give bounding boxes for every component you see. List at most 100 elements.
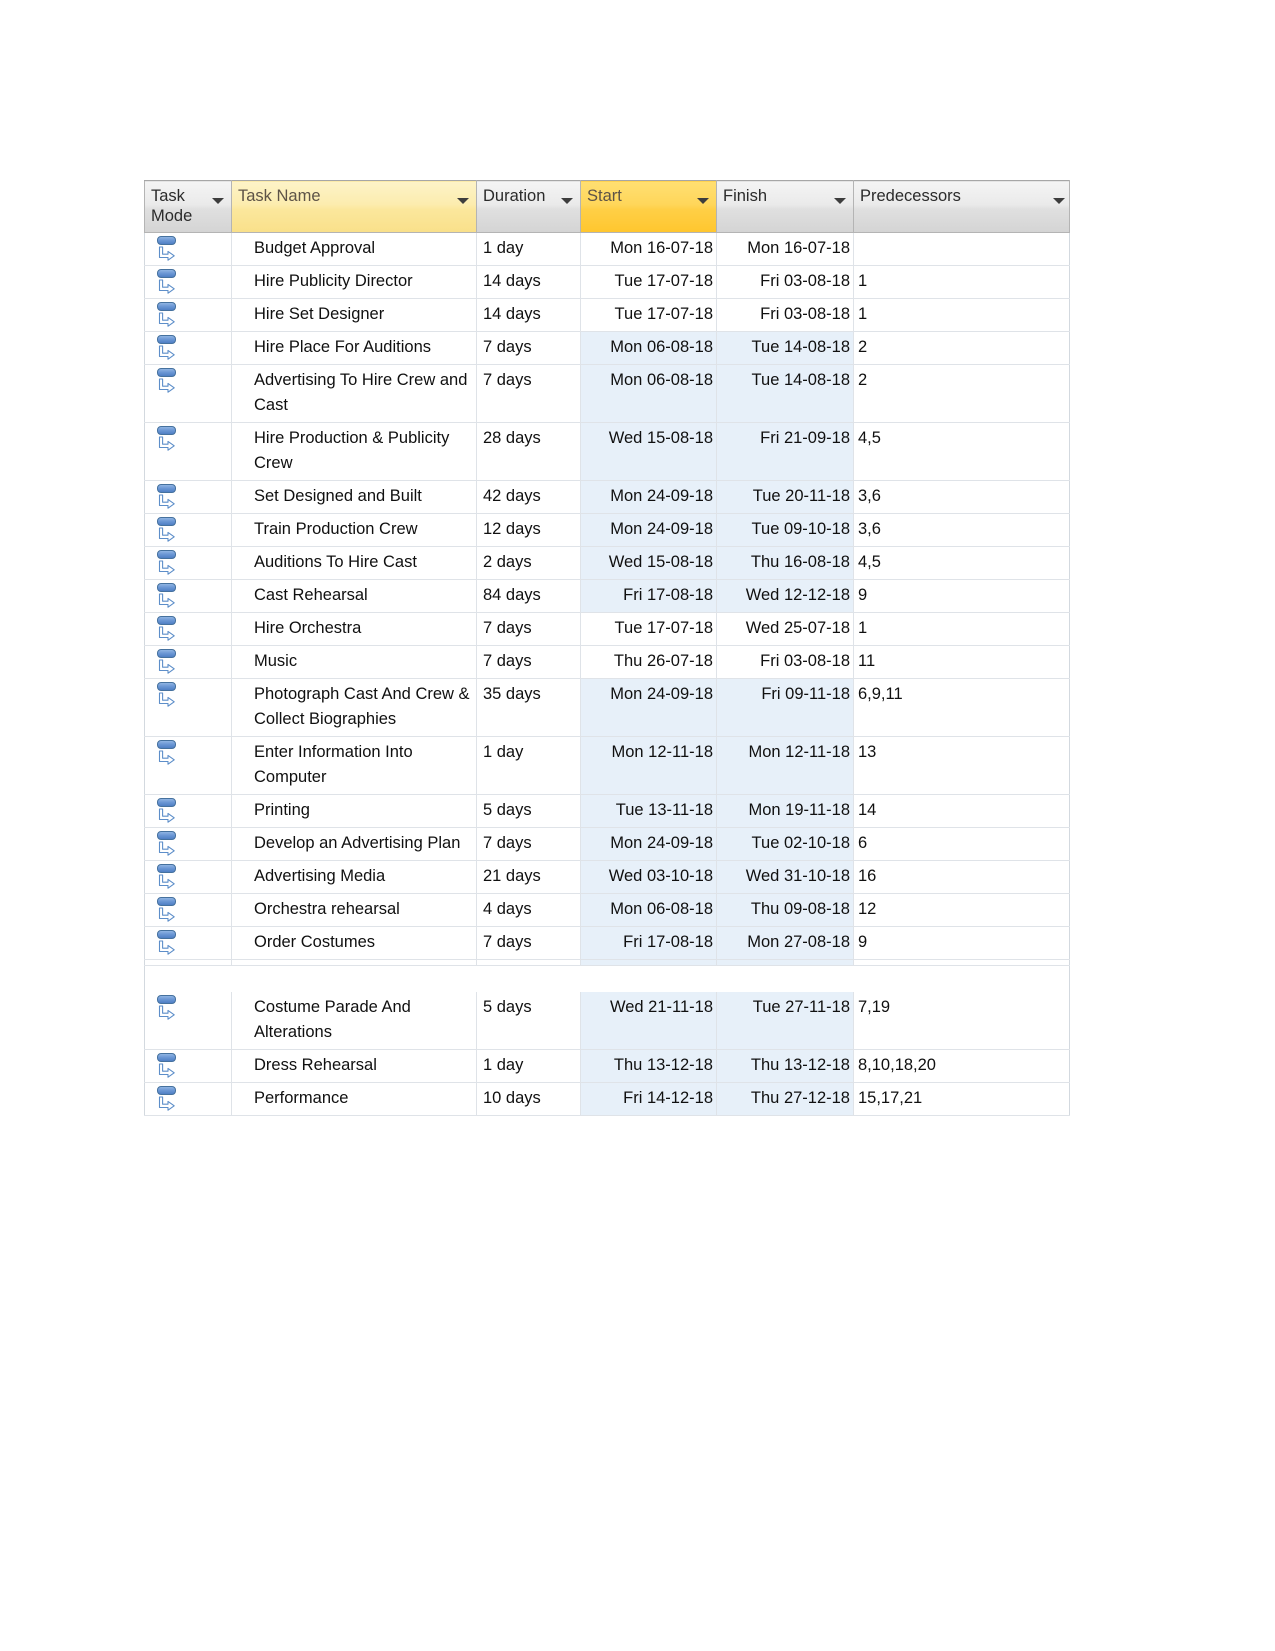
cell-start[interactable]: Mon 24-09-18: [580, 480, 717, 514]
cell-finish[interactable]: Fri 03-08-18: [716, 265, 854, 299]
cell-predecessors[interactable]: 2: [853, 331, 1070, 365]
cell-finish[interactable]: Fri 03-08-18: [716, 645, 854, 679]
cell-task-name[interactable]: Advertising To Hire Crew and Cast: [231, 364, 477, 423]
cell-duration[interactable]: 1 day: [476, 1049, 581, 1083]
cell-finish[interactable]: Fri 09-11-18: [716, 678, 854, 737]
cell-predecessors[interactable]: 3,6: [853, 513, 1070, 547]
table-row[interactable]: Hire Place For Auditions 7 days Mon 06-08-…: [144, 331, 1070, 365]
table-row[interactable]: Hire Orchestra 7 days Tue 17-07-18 Wed 25-0…: [144, 612, 1070, 646]
cell-task-mode[interactable]: [144, 480, 232, 514]
chevron-down-icon[interactable]: [834, 198, 846, 204]
cell-predecessors[interactable]: [853, 232, 1070, 266]
cell-finish[interactable]: Mon 19-11-18: [716, 794, 854, 828]
chevron-down-icon[interactable]: [697, 198, 709, 204]
cell-task-name[interactable]: Cast Rehearsal: [231, 579, 477, 613]
cell-predecessors[interactable]: 4,5: [853, 546, 1070, 580]
table-row[interactable]: Hire Set Designer 14 days Tue 17-07-18 Fri …: [144, 298, 1070, 332]
cell-task-name[interactable]: Hire Place For Auditions: [231, 331, 477, 365]
cell-predecessors[interactable]: 1: [853, 265, 1070, 299]
cell-duration[interactable]: 1 day: [476, 232, 581, 266]
cell-finish[interactable]: Tue 14-08-18: [716, 364, 854, 423]
cell-task-mode[interactable]: [144, 265, 232, 299]
cell-task-name[interactable]: Hire Publicity Director: [231, 265, 477, 299]
cell-finish[interactable]: Thu 16-08-18: [716, 546, 854, 580]
cell-finish[interactable]: Wed 25-07-18: [716, 612, 854, 646]
table-row[interactable]: Advertising Media 21 days Wed 03-10-18 Wed …: [144, 860, 1070, 894]
table-row[interactable]: Printing 5 days Tue 13-11-18 Mon 19-11-18 14: [144, 794, 1070, 828]
cell-task-mode[interactable]: [144, 736, 232, 795]
cell-duration[interactable]: 14 days: [476, 298, 581, 332]
cell-predecessors[interactable]: 16: [853, 860, 1070, 894]
cell-predecessors[interactable]: 4,5: [853, 422, 1070, 481]
cell-duration[interactable]: 21 days: [476, 860, 581, 894]
cell-start[interactable]: Wed 15-08-18: [580, 422, 717, 481]
cell-task-mode[interactable]: [144, 579, 232, 613]
cell-start[interactable]: Mon 06-08-18: [580, 893, 717, 927]
cell-duration[interactable]: 7 days: [476, 926, 581, 960]
cell-task-name[interactable]: Develop an Advertising Plan: [231, 827, 477, 861]
cell-duration[interactable]: 35 days: [476, 678, 581, 737]
cell-predecessors[interactable]: 9: [853, 926, 1070, 960]
table-row[interactable]: Order Costumes 7 days Fri 17-08-18 Mon 27-0…: [144, 926, 1070, 960]
table-row[interactable]: Orchestra rehearsal 4 days Mon 06-08-18 Thu…: [144, 893, 1070, 927]
table-row[interactable]: Advertising To Hire Crew and Cast 7 days M…: [144, 364, 1070, 423]
chevron-down-icon[interactable]: [561, 198, 573, 204]
cell-finish[interactable]: Mon 12-11-18: [716, 736, 854, 795]
cell-predecessors[interactable]: 3,6: [853, 480, 1070, 514]
cell-start[interactable]: Mon 24-09-18: [580, 513, 717, 547]
table-row[interactable]: Costume Parade And Alterations 5 days Wed …: [144, 991, 1070, 1050]
cell-duration[interactable]: 14 days: [476, 265, 581, 299]
cell-start[interactable]: Fri 14-12-18: [580, 1082, 717, 1116]
cell-task-mode[interactable]: [144, 331, 232, 365]
cell-task-mode[interactable]: [144, 513, 232, 547]
cell-duration[interactable]: 84 days: [476, 579, 581, 613]
cell-task-mode[interactable]: [144, 678, 232, 737]
cell-predecessors[interactable]: 7,19: [853, 991, 1070, 1050]
cell-task-name[interactable]: Order Costumes: [231, 926, 477, 960]
cell-start[interactable]: Mon 06-08-18: [580, 331, 717, 365]
cell-start[interactable]: Fri 17-08-18: [580, 926, 717, 960]
table-row[interactable]: Set Designed and Built 42 days Mon 24-09-1…: [144, 480, 1070, 514]
chevron-down-icon[interactable]: [457, 198, 469, 204]
cell-finish[interactable]: Tue 14-08-18: [716, 331, 854, 365]
cell-predecessors[interactable]: 11: [853, 645, 1070, 679]
cell-task-name[interactable]: Auditions To Hire Cast: [231, 546, 477, 580]
cell-start[interactable]: Tue 13-11-18: [580, 794, 717, 828]
cell-start[interactable]: Tue 17-07-18: [580, 298, 717, 332]
cell-finish[interactable]: Mon 16-07-18: [716, 232, 854, 266]
cell-task-name[interactable]: Photograph Cast And Crew & Collect Biogr…: [231, 678, 477, 737]
cell-finish[interactable]: Mon 27-08-18: [716, 926, 854, 960]
cell-task-mode[interactable]: [144, 860, 232, 894]
cell-task-name[interactable]: Hire Orchestra: [231, 612, 477, 646]
cell-task-mode[interactable]: [144, 926, 232, 960]
cell-start[interactable]: Mon 24-09-18: [580, 678, 717, 737]
cell-task-mode[interactable]: [144, 298, 232, 332]
cell-task-name[interactable]: Enter Information Into Computer: [231, 736, 477, 795]
cell-predecessors[interactable]: 12: [853, 893, 1070, 927]
cell-duration[interactable]: 7 days: [476, 645, 581, 679]
cell-start[interactable]: Fri 17-08-18: [580, 579, 717, 613]
cell-task-name[interactable]: Music: [231, 645, 477, 679]
cell-task-mode[interactable]: [144, 612, 232, 646]
cell-task-name[interactable]: Budget Approval: [231, 232, 477, 266]
cell-task-name[interactable]: Performance: [231, 1082, 477, 1116]
cell-finish[interactable]: Wed 31-10-18: [716, 860, 854, 894]
cell-task-name[interactable]: Costume Parade And Alterations: [231, 991, 477, 1050]
cell-finish[interactable]: Wed 12-12-18: [716, 579, 854, 613]
cell-finish[interactable]: Tue 27-11-18: [716, 991, 854, 1050]
cell-start[interactable]: Mon 12-11-18: [580, 736, 717, 795]
cell-task-mode[interactable]: [144, 1049, 232, 1083]
cell-predecessors[interactable]: 15,17,21: [853, 1082, 1070, 1116]
cell-task-mode[interactable]: [144, 364, 232, 423]
cell-finish[interactable]: Fri 03-08-18: [716, 298, 854, 332]
column-header-finish[interactable]: Finish: [716, 180, 854, 233]
cell-task-mode[interactable]: [144, 422, 232, 481]
cell-duration[interactable]: 12 days: [476, 513, 581, 547]
cell-task-name[interactable]: Set Designed and Built: [231, 480, 477, 514]
table-row[interactable]: Auditions To Hire Cast 2 days Wed 15-08-18…: [144, 546, 1070, 580]
cell-start[interactable]: Mon 24-09-18: [580, 827, 717, 861]
cell-duration[interactable]: 10 days: [476, 1082, 581, 1116]
table-row[interactable]: Train Production Crew 12 days Mon 24-09-18…: [144, 513, 1070, 547]
table-row[interactable]: Budget Approval 1 day Mon 16-07-18 Mon 16-0…: [144, 232, 1070, 266]
cell-duration[interactable]: 4 days: [476, 893, 581, 927]
